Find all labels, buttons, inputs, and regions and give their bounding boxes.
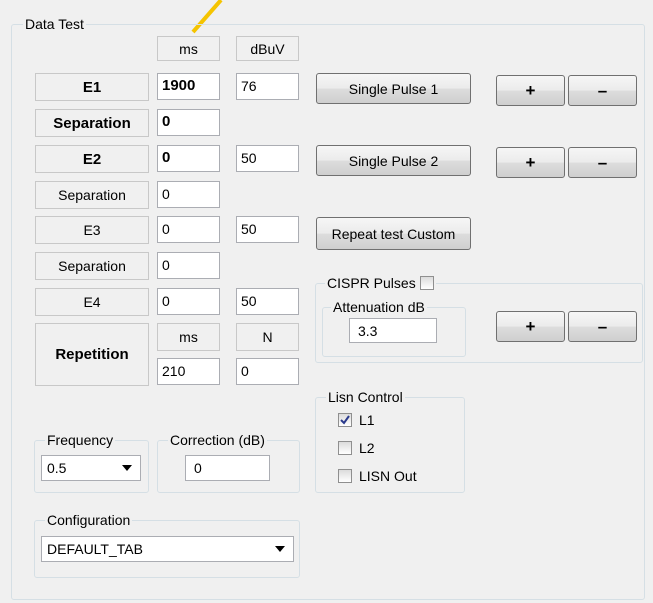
cispr-checkbox[interactable] bbox=[419, 276, 434, 290]
cispr-minus-button[interactable]: – bbox=[568, 311, 637, 342]
pulse-2-minus-button[interactable]: – bbox=[568, 147, 637, 178]
l2-label: L2 bbox=[359, 440, 375, 456]
pulse-1-plus-button[interactable]: + bbox=[496, 75, 565, 106]
single-pulse-2-button[interactable]: Single Pulse 2 bbox=[316, 145, 471, 176]
e1-label: E1 bbox=[35, 73, 149, 101]
e4-dbuv-field[interactable]: 50 bbox=[236, 288, 299, 315]
single-pulse-1-button[interactable]: Single Pulse 1 bbox=[316, 73, 471, 104]
e4-ms-field[interactable]: 0 bbox=[157, 288, 220, 315]
lisn-out-label: LISN Out bbox=[359, 468, 417, 484]
attenuation-field[interactable]: 3.3 bbox=[349, 318, 437, 343]
repetition-ms-field[interactable]: 210 bbox=[157, 358, 220, 385]
attenuation-title: Attenuation dB bbox=[331, 299, 427, 315]
separation-2-label: Separation bbox=[35, 181, 149, 209]
column-header-ms: ms bbox=[157, 36, 220, 61]
configuration-value: DEFAULT_TAB bbox=[47, 541, 143, 557]
configuration-title: Configuration bbox=[45, 512, 133, 528]
repetition-header-ms: ms bbox=[157, 323, 220, 351]
chevron-down-icon bbox=[275, 546, 285, 552]
e4-label: E4 bbox=[35, 288, 149, 316]
e2-dbuv-field[interactable]: 50 bbox=[236, 145, 299, 172]
separation-1-label: Separation bbox=[35, 109, 149, 137]
l2-checkbox[interactable] bbox=[338, 441, 352, 455]
repetition-label: Repetition bbox=[35, 323, 149, 386]
l1-checkbox[interactable] bbox=[338, 413, 352, 427]
lisn-control-title: Lisn Control bbox=[326, 389, 405, 405]
e3-ms-field[interactable]: 0 bbox=[157, 216, 220, 243]
pulse-1-minus-button[interactable]: – bbox=[568, 75, 637, 106]
repetition-header-n: N bbox=[236, 323, 299, 351]
correction-field[interactable]: 0 bbox=[185, 455, 270, 481]
separation-2-ms-field[interactable]: 0 bbox=[157, 181, 220, 208]
l1-label: L1 bbox=[359, 412, 375, 428]
pulse-2-plus-button[interactable]: + bbox=[496, 147, 565, 178]
correction-title: Correction (dB) bbox=[168, 432, 267, 448]
cispr-title: CISPR Pulses bbox=[325, 275, 436, 291]
data-test-title: Data Test bbox=[23, 16, 86, 32]
frequency-dropdown[interactable]: 0.5 bbox=[41, 455, 141, 481]
chevron-down-icon bbox=[122, 465, 132, 471]
lisn-out-checkbox[interactable] bbox=[338, 469, 352, 483]
e3-dbuv-field[interactable]: 50 bbox=[236, 216, 299, 243]
cispr-label: CISPR Pulses bbox=[327, 275, 416, 291]
e1-ms-field[interactable]: 1900 bbox=[157, 73, 220, 100]
e1-dbuv-field[interactable]: 76 bbox=[236, 73, 299, 100]
e2-ms-field[interactable]: 0 bbox=[157, 145, 220, 172]
column-header-dbuv: dBuV bbox=[236, 36, 299, 61]
repeat-test-custom-button[interactable]: Repeat test Custom bbox=[316, 217, 471, 250]
frequency-title: Frequency bbox=[45, 432, 116, 448]
cispr-plus-button[interactable]: + bbox=[496, 311, 565, 342]
checkmark-icon bbox=[340, 415, 350, 425]
configuration-dropdown[interactable]: DEFAULT_TAB bbox=[41, 536, 294, 562]
e2-label: E2 bbox=[35, 145, 149, 173]
separation-1-ms-field[interactable]: 0 bbox=[157, 109, 220, 136]
separation-3-ms-field[interactable]: 0 bbox=[157, 252, 220, 279]
frequency-value: 0.5 bbox=[47, 460, 67, 476]
separation-3-label: Separation bbox=[35, 252, 149, 280]
e3-label: E3 bbox=[35, 216, 149, 244]
repetition-n-field[interactable]: 0 bbox=[236, 358, 299, 385]
